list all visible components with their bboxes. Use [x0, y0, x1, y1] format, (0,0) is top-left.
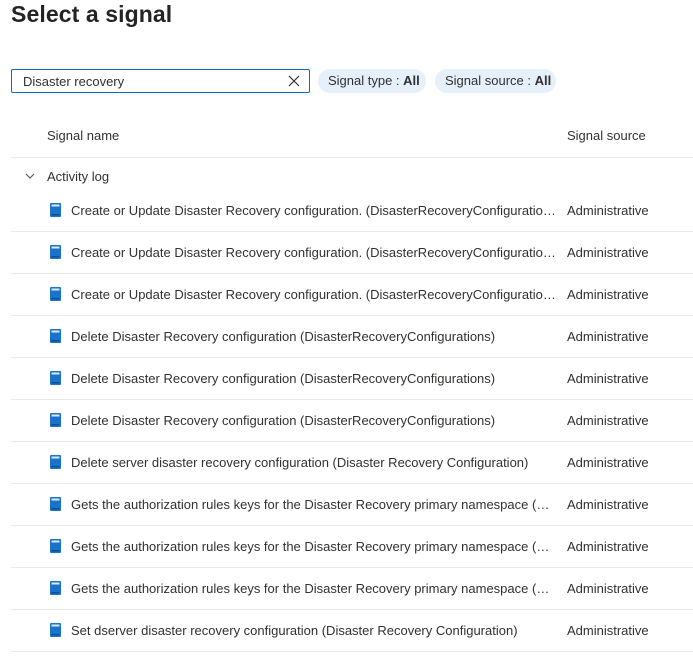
signal-name: Gets the authorization rules keys for th…: [71, 581, 557, 596]
signal-name: Delete Disaster Recovery configuration (…: [71, 329, 496, 344]
signal-type-filter-label: Signal type :: [328, 73, 404, 88]
table-row[interactable]: Delete Disaster Recovery configuration (…: [11, 400, 693, 442]
signal-source: Administrative: [567, 623, 649, 638]
group-label: Activity log: [47, 168, 110, 184]
signal-name: Delete Disaster Recovery configuration (…: [71, 371, 496, 386]
signal-name: Gets the authorization rules keys for th…: [71, 497, 557, 512]
signal-list: Create or Update Disaster Recovery confi…: [11, 190, 693, 652]
signal-name: Create or Update Disaster Recovery confi…: [71, 287, 557, 302]
signal-type-filter[interactable]: Signal type : All: [318, 69, 426, 93]
column-header-signal-name[interactable]: Signal name: [47, 127, 119, 145]
table-row[interactable]: Gets the authorization rules keys for th…: [11, 568, 693, 610]
signal-source: Administrative: [567, 413, 649, 428]
signal-source: Administrative: [567, 371, 649, 386]
signal-source: Administrative: [567, 539, 649, 554]
chevron-down-icon[interactable]: [24, 170, 36, 182]
document-icon: [50, 245, 61, 259]
signal-name: Delete server disaster recovery configur…: [71, 455, 529, 470]
signal-source: Administrative: [567, 245, 649, 260]
signal-name: Delete Disaster Recovery configuration (…: [71, 413, 496, 428]
signal-name: Gets the authorization rules keys for th…: [71, 539, 557, 554]
page-title: Select a signal: [11, 1, 173, 27]
signal-source: Administrative: [567, 203, 649, 218]
table-row[interactable]: Set dserver disaster recovery configurat…: [11, 610, 693, 652]
select-signal-panel: Select a signal Signal type : All Signal…: [0, 0, 693, 660]
signal-source-filter-value: All: [534, 73, 552, 88]
column-header-signal-source[interactable]: Signal source: [567, 127, 646, 145]
group-activity-log[interactable]: Activity log: [11, 164, 693, 188]
table-row[interactable]: Gets the authorization rules keys for th…: [11, 484, 693, 526]
document-icon: [50, 287, 61, 301]
table-row[interactable]: Gets the authorization rules keys for th…: [11, 526, 693, 568]
document-icon: [50, 497, 61, 511]
signal-name: Create or Update Disaster Recovery confi…: [71, 203, 557, 218]
search-input[interactable]: [12, 71, 277, 91]
document-icon: [50, 581, 61, 595]
signal-source: Administrative: [567, 581, 649, 596]
table-row[interactable]: Create or Update Disaster Recovery confi…: [11, 232, 693, 274]
signal-source: Administrative: [567, 287, 649, 302]
document-icon: [50, 203, 61, 217]
signal-source: Administrative: [567, 497, 649, 512]
document-icon: [50, 329, 61, 343]
signal-type-filter-value: All: [403, 73, 420, 88]
document-icon: [50, 413, 61, 427]
close-icon: [288, 75, 300, 87]
signal-name: Create or Update Disaster Recovery confi…: [71, 245, 557, 260]
document-icon: [50, 539, 61, 553]
signal-source: Administrative: [567, 455, 649, 470]
header-divider: [11, 157, 693, 158]
table-row[interactable]: Create or Update Disaster Recovery confi…: [11, 190, 693, 232]
signal-source-filter-label: Signal source :: [445, 73, 535, 88]
table-row[interactable]: Delete Disaster Recovery configuration (…: [11, 316, 693, 358]
document-icon: [50, 455, 61, 469]
search-box[interactable]: [11, 69, 310, 93]
clear-search-button[interactable]: [286, 73, 302, 89]
table-row[interactable]: Delete server disaster recovery configur…: [11, 442, 693, 484]
document-icon: [50, 371, 61, 385]
document-icon: [50, 623, 61, 637]
signal-source-filter[interactable]: Signal source : All: [435, 69, 556, 93]
signal-name: Set dserver disaster recovery configurat…: [71, 623, 518, 638]
table-row[interactable]: Delete Disaster Recovery configuration (…: [11, 358, 693, 400]
table-row[interactable]: Create or Update Disaster Recovery confi…: [11, 274, 693, 316]
signal-source: Administrative: [567, 329, 649, 344]
